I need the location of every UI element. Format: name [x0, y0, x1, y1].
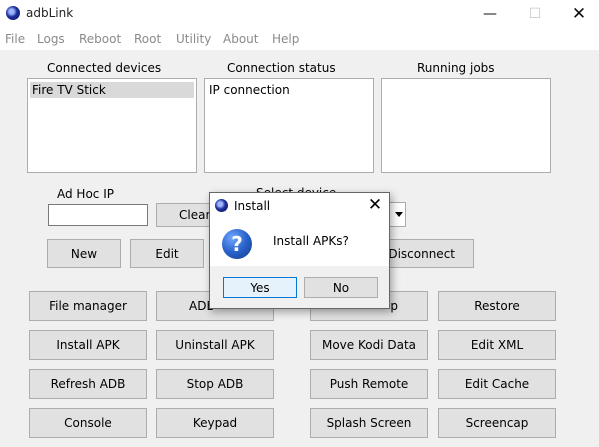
install-dialog: Install ✕ ? Install APKs? Yes No [209, 192, 390, 309]
keypad-button[interactable]: Keypad [156, 408, 274, 438]
dialog-close-button[interactable]: ✕ [364, 195, 386, 215]
list-item[interactable]: Fire TV Stick [30, 82, 194, 98]
connected-devices-list[interactable]: Fire TV Stick [27, 78, 197, 173]
edit-cache-button[interactable]: Edit Cache [438, 369, 556, 399]
console-button[interactable]: Console [29, 408, 147, 438]
menu-root[interactable]: Root [134, 32, 161, 46]
menu-logs[interactable]: Logs [37, 32, 65, 46]
edit-xml-button[interactable]: Edit XML [438, 330, 556, 360]
no-button[interactable]: No [304, 277, 378, 298]
menu-file[interactable]: File [5, 32, 25, 46]
dialog-body: ? Install APKs? [210, 220, 389, 266]
screencap-button[interactable]: Screencap [438, 408, 556, 438]
dialog-title: Install [234, 199, 271, 213]
file-manager-button[interactable]: File manager [29, 291, 147, 321]
running-jobs-list[interactable] [381, 78, 551, 173]
menu-reboot[interactable]: Reboot [79, 32, 121, 46]
adblink-logo-icon [215, 199, 228, 212]
install-apk-button[interactable]: Install APK [29, 330, 147, 360]
connected-devices-label: Connected devices [47, 61, 162, 75]
list-item: IP connection [209, 83, 290, 97]
title-bar: adbLink — ☐ ✕ [0, 0, 599, 28]
connection-status-label: Connection status [227, 61, 336, 75]
question-icon: ? [222, 229, 252, 259]
menu-help[interactable]: Help [272, 32, 299, 46]
connection-status-list[interactable]: IP connection [204, 78, 374, 173]
refresh-adb-button[interactable]: Refresh ADB [29, 369, 147, 399]
edit-device-button[interactable]: Edit [130, 239, 204, 268]
menu-about[interactable]: About [223, 32, 258, 46]
maximize-button[interactable]: ☐ [513, 4, 557, 24]
push-remote-button[interactable]: Push Remote [310, 369, 428, 399]
stop-adb-button[interactable]: Stop ADB [156, 369, 274, 399]
close-button[interactable]: ✕ [557, 4, 599, 24]
dialog-message: Install APKs? [273, 234, 349, 248]
yes-button[interactable]: Yes [223, 277, 297, 298]
new-device-button[interactable]: New [47, 239, 121, 268]
splash-screen-button[interactable]: Splash Screen [310, 408, 428, 438]
menu-bar: File Logs Reboot Root Utility About Help [0, 28, 599, 50]
uninstall-apk-button[interactable]: Uninstall APK [156, 330, 274, 360]
adhoc-ip-label: Ad Hoc IP [57, 187, 114, 201]
move-kodi-data-button[interactable]: Move Kodi Data [310, 330, 428, 360]
running-jobs-label: Running jobs [417, 61, 495, 75]
restore-button[interactable]: Restore [438, 291, 556, 321]
adblink-logo-icon [6, 6, 20, 20]
dialog-title-bar: Install ✕ [210, 193, 389, 220]
minimize-button[interactable]: — [468, 4, 512, 24]
window-title: adbLink [26, 6, 74, 20]
menu-utility[interactable]: Utility [176, 32, 211, 46]
adhoc-ip-input[interactable] [48, 204, 148, 226]
